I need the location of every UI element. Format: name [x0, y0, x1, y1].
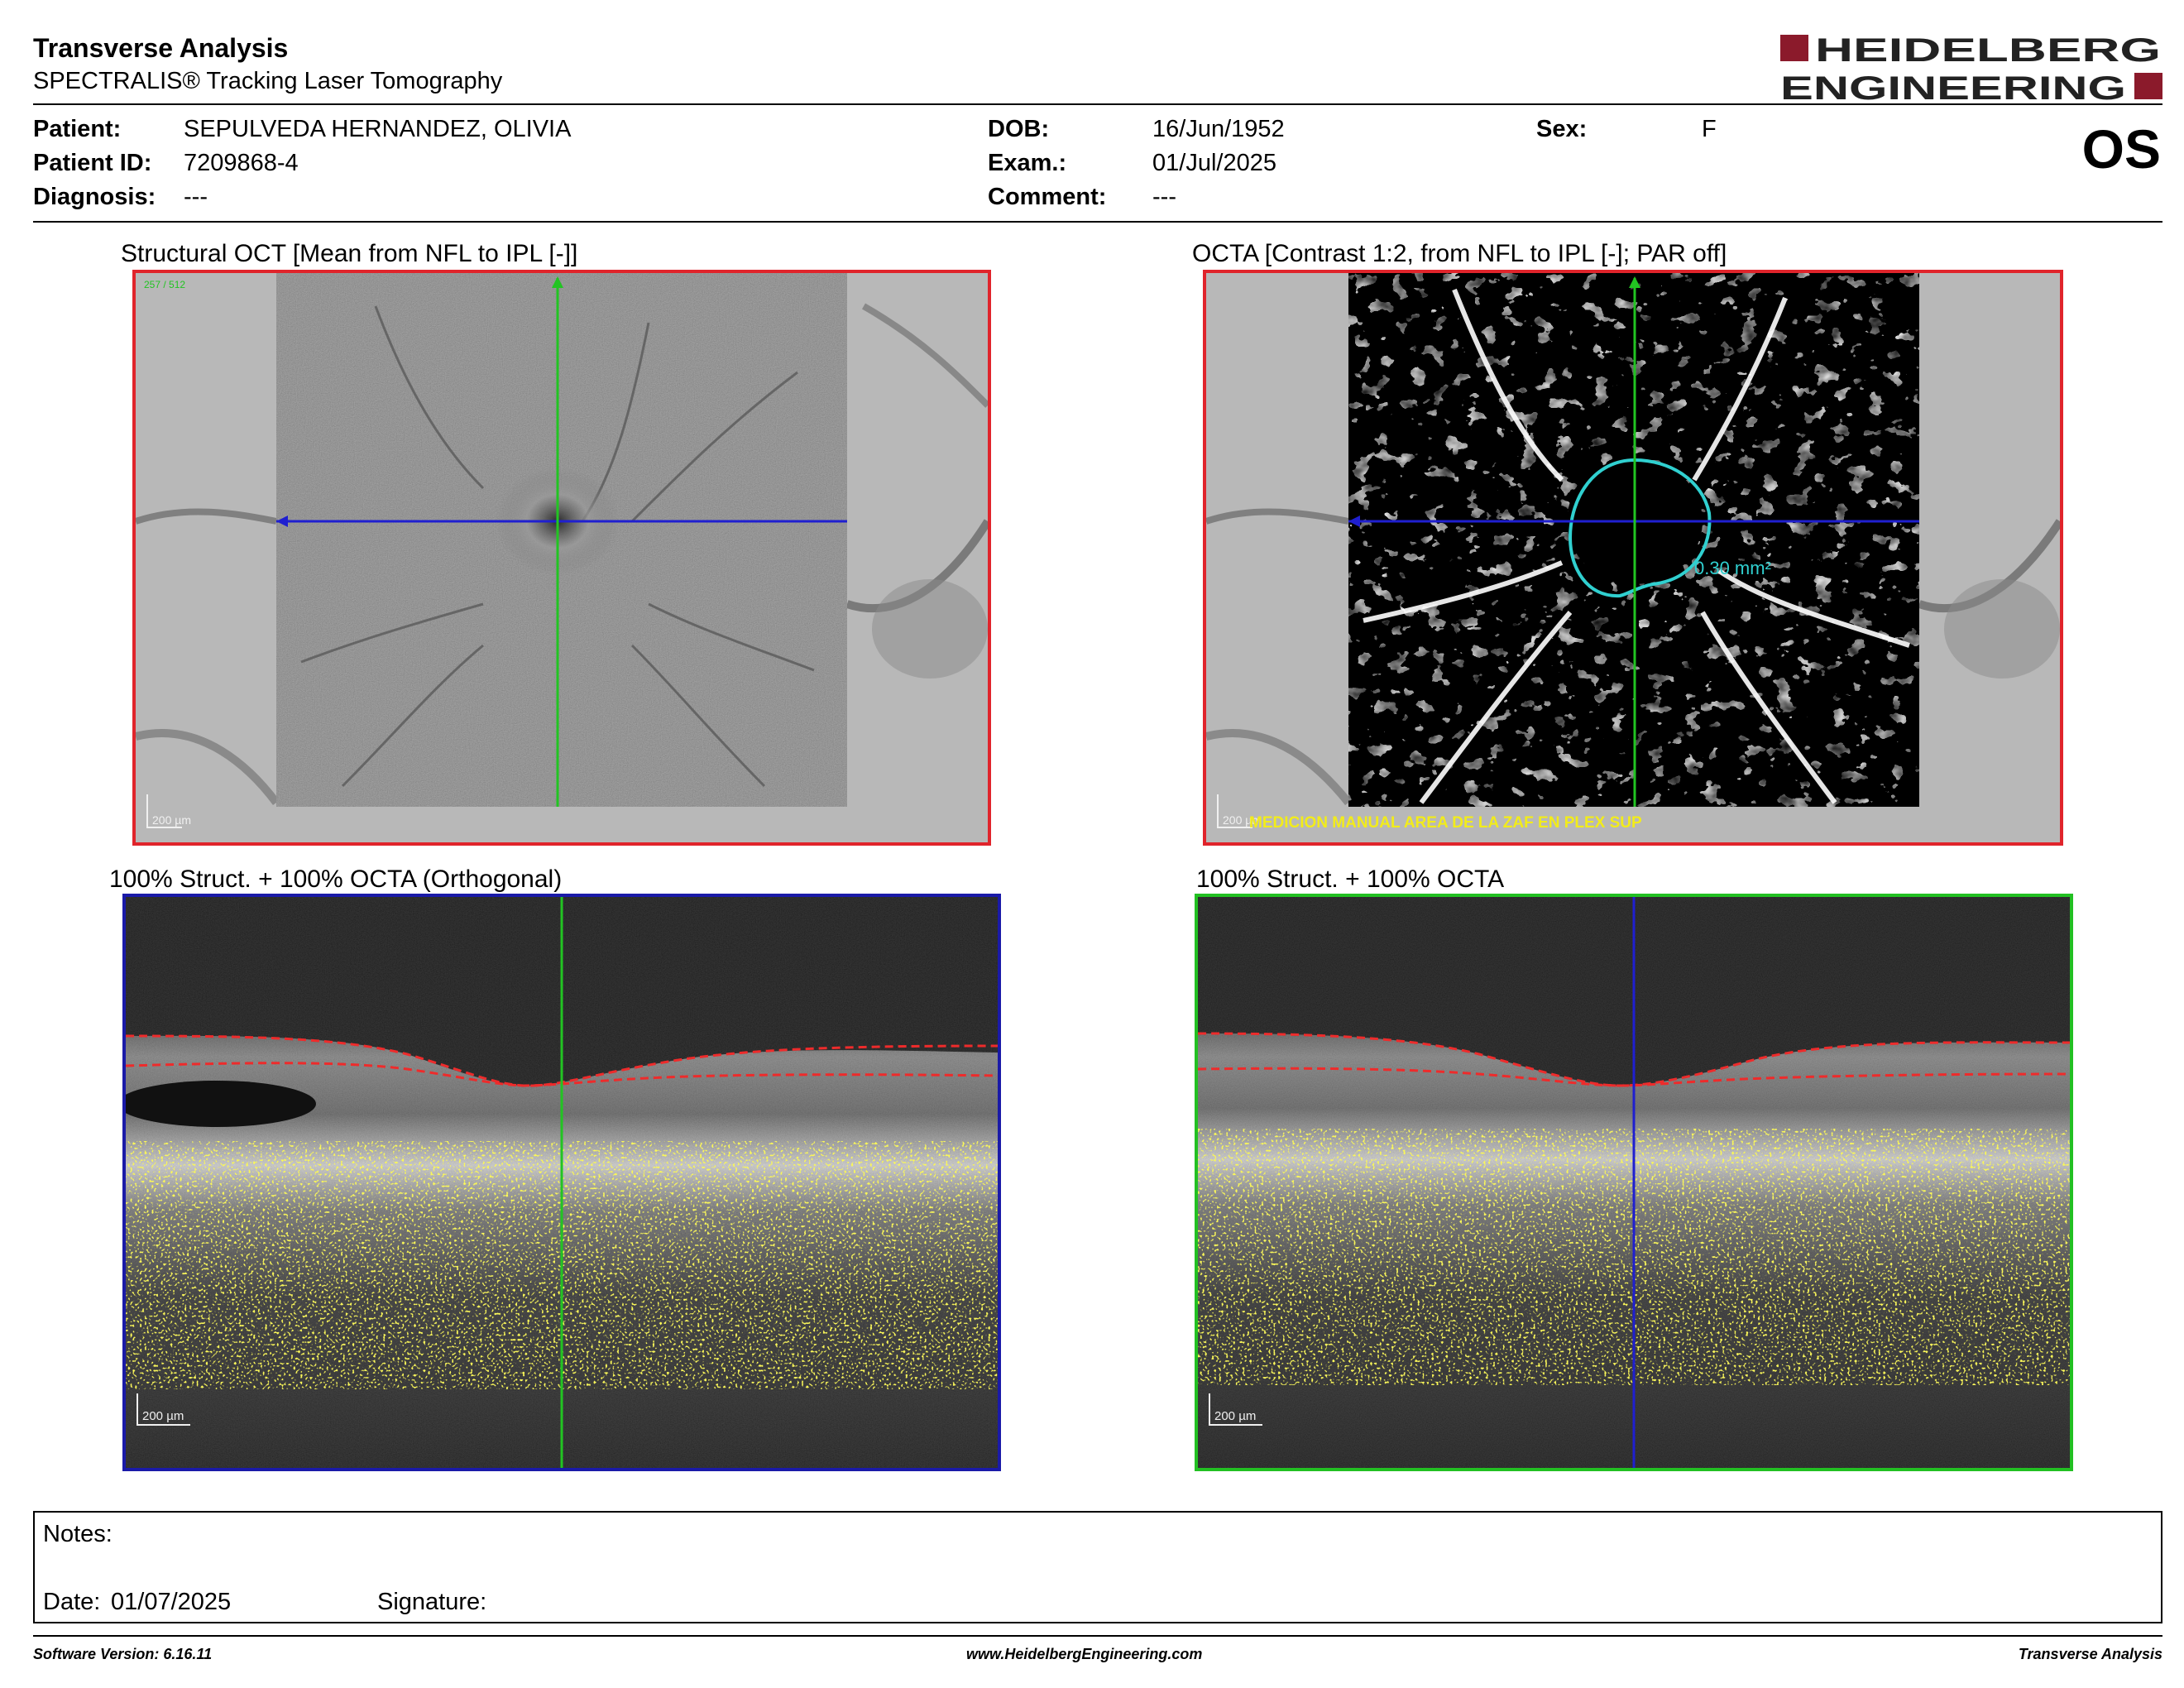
- frame-index-label: 257 / 512: [144, 279, 185, 290]
- heidelberg-logo: HEIDELBERG ENGINEERING: [1780, 31, 2162, 107]
- sex-label: Sex:: [1536, 116, 1588, 142]
- patient-label: Patient:: [33, 116, 122, 142]
- orthogonal-bscan-image[interactable]: 200 µm: [122, 894, 1001, 1471]
- website-link[interactable]: www.HeidelbergEngineering.com: [966, 1646, 1202, 1663]
- dob-label: DOB:: [988, 116, 1050, 142]
- octa-image[interactable]: 0.30 mm² 200 µm MEDICION MANUAL AREA DE …: [1203, 270, 2063, 846]
- dob-value: 16/Jun/1952: [1152, 116, 1285, 142]
- structural-oct-image[interactable]: 257 / 512 200 µm: [132, 270, 991, 846]
- patient-name: SEPULVEDA HERNANDEZ, OLIVIA: [184, 116, 572, 142]
- date-label: Date:: [43, 1589, 101, 1615]
- eye-laterality: OS: [2081, 118, 2161, 180]
- exam-label: Exam.:: [988, 150, 1067, 176]
- patient-id: 7209868-4: [184, 150, 299, 176]
- bscan-image[interactable]: 200 µm: [1195, 894, 2073, 1471]
- faz-area-value: 0.30 mm²: [1694, 558, 1771, 578]
- scale-bar-label: 200 µm: [1214, 1409, 1256, 1423]
- diagnosis-label: Diagnosis:: [33, 184, 156, 210]
- sex-value: F: [1702, 116, 1717, 142]
- software-version: Software Version: 6.16.11: [33, 1646, 213, 1662]
- notes-box: Notes: Date: 01/07/2025 Signature:: [33, 1511, 2162, 1623]
- orthogonal-bscan-title: 100% Struct. + 100% OCTA (Orthogonal): [109, 866, 563, 893]
- date-value: 01/07/2025: [111, 1589, 232, 1615]
- footer-rule: [33, 1635, 2162, 1637]
- structural-oct-title: Structural OCT [Mean from NFL to IPL [-]…: [121, 240, 578, 267]
- patient-rule: [33, 221, 2162, 223]
- comment-label: Comment:: [988, 184, 1107, 210]
- comment-value: ---: [1152, 184, 1176, 210]
- octa-title: OCTA [Contrast 1:2, from NFL to IPL [-];…: [1192, 240, 1727, 267]
- report-subtitle: SPECTRALIS® Tracking Laser Tomography: [33, 68, 503, 94]
- scale-bar-label: 200 µm: [142, 1409, 184, 1423]
- exam-date: 01/Jul/2025: [1152, 150, 1276, 176]
- faz-annotation: MEDICION MANUAL AREA DE LA ZAF EN PLEX S…: [1249, 814, 1642, 832]
- notes-label: Notes:: [43, 1521, 113, 1547]
- diagnosis-value: ---: [184, 184, 208, 210]
- logo-line2: ENGINEERING: [1780, 70, 2126, 103]
- footer-report-name: Transverse Analysis: [2018, 1646, 2162, 1662]
- header-rule: [33, 103, 2162, 105]
- scale-bar-label: 200 µm: [152, 813, 191, 827]
- logo-line1: HEIDELBERG: [1815, 32, 2161, 69]
- signature-label: Signature:: [377, 1589, 487, 1615]
- report-title: Transverse Analysis: [33, 33, 289, 63]
- patient-id-label: Patient ID:: [33, 150, 152, 176]
- bscan-title: 100% Struct. + 100% OCTA: [1196, 866, 1505, 893]
